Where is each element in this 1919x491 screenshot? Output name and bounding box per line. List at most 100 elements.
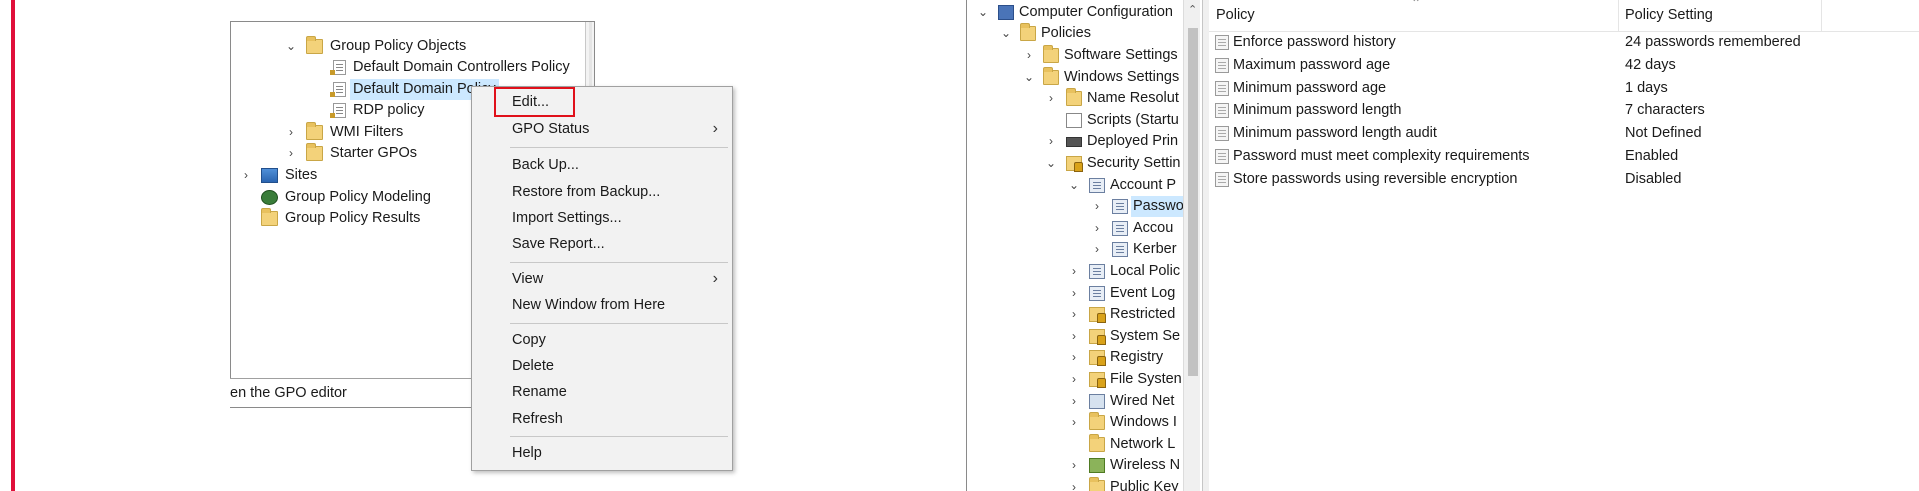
tree-item-label: Wired Net <box>1110 393 1175 409</box>
policy-row[interactable]: Minimum password length 7 characters <box>1209 99 1919 122</box>
chevron-down-icon[interactable]: ⌄ <box>976 2 990 23</box>
tree-item-group-policy-objects[interactable]: ⌄ Group Policy Objects <box>231 36 571 57</box>
gpo-icon <box>330 103 346 118</box>
menu-item-save-report[interactable]: Save Report... <box>472 232 732 256</box>
chevron-right-icon[interactable]: › <box>1067 477 1081 491</box>
tree-item-wired-network[interactable]: › Wired Net <box>967 391 1183 412</box>
chevron-right-icon[interactable]: › <box>1067 283 1081 304</box>
chevron-right-icon[interactable]: › <box>1067 391 1081 412</box>
tree-item-local-policies[interactable]: › Local Polic <box>967 261 1183 282</box>
menu-item-help[interactable]: Help <box>472 441 732 465</box>
tree-item-kerberos-policy[interactable]: › Kerber <box>967 239 1183 260</box>
menu-item-refresh[interactable]: Refresh <box>472 407 732 431</box>
menu-item-delete[interactable]: Delete <box>472 354 732 378</box>
chevron-right-icon[interactable]: › <box>1067 261 1081 282</box>
tree-item-software-settings[interactable]: › Software Settings <box>967 45 1183 66</box>
chevron-down-icon[interactable]: ⌄ <box>284 36 298 57</box>
chevron-right-icon[interactable]: › <box>1067 412 1081 433</box>
tree-item-system-services[interactable]: › System Se <box>967 326 1183 347</box>
tree-item-default-domain-controllers-policy[interactable]: Default Domain Controllers Policy <box>231 57 571 78</box>
menu-item-copy[interactable]: Copy <box>472 328 732 352</box>
menu-item-new-window-from-here[interactable]: New Window from Here <box>472 293 732 317</box>
policy-icon <box>1215 81 1229 96</box>
chevron-right-icon[interactable]: › <box>1067 455 1081 476</box>
menu-item-label: Import Settings... <box>512 210 622 226</box>
menu-item-view[interactable]: View › <box>472 267 732 291</box>
menu-separator <box>510 147 728 148</box>
policy-icon <box>1215 172 1229 187</box>
chevron-right-icon[interactable]: › <box>1067 347 1081 368</box>
tree-item-wireless-network[interactable]: › Wireless N <box>967 455 1183 476</box>
wired-network-icon <box>1089 394 1105 409</box>
policy-icon <box>1215 35 1229 50</box>
chevron-down-icon[interactable]: ⌄ <box>999 23 1013 44</box>
policy-row[interactable]: Maximum password age 42 days <box>1209 54 1919 77</box>
chevron-right-icon[interactable]: › <box>284 122 298 143</box>
security-icon <box>1066 156 1083 172</box>
chevron-right-icon[interactable]: › <box>239 165 253 186</box>
tree-item-public-key[interactable]: › Public Key <box>967 477 1183 491</box>
tree-item-restricted-groups[interactable]: › Restricted <box>967 304 1183 325</box>
policy-row[interactable]: Store passwords using reversible encrypt… <box>1209 168 1919 191</box>
menu-item-restore-from-backup[interactable]: Restore from Backup... <box>472 180 732 204</box>
menu-separator <box>510 262 728 263</box>
column-header-policy[interactable]: Policy <box>1209 0 1616 31</box>
tree-item-label: Default Domain Controllers Policy <box>353 59 570 75</box>
menu-item-label: GPO Status <box>512 121 590 137</box>
chevron-right-icon[interactable]: › <box>1022 45 1036 66</box>
policy-name: Minimum password length audit <box>1233 125 1437 141</box>
menu-item-label: Back Up... <box>512 157 579 173</box>
policy-row[interactable]: Password must meet complexity requiremen… <box>1209 145 1919 168</box>
chevron-down-icon[interactable]: ⌄ <box>1067 175 1081 196</box>
tree-item-password-policy[interactable]: › Passwo <box>967 196 1186 217</box>
tree-item-deployed-printers[interactable]: › Deployed Prin <box>967 131 1183 152</box>
chevron-down-icon[interactable]: ⌄ <box>1044 153 1058 174</box>
tree-item-label: Event Log <box>1110 285 1176 301</box>
security-icon <box>1089 372 1106 388</box>
tree-item-file-system[interactable]: › File Systen <box>967 369 1183 390</box>
menu-item-edit[interactable]: Edit... <box>472 90 732 114</box>
tree-item-computer-configuration[interactable]: ⌄ Computer Configuration <box>967 2 1183 23</box>
chevron-right-icon[interactable]: › <box>1067 304 1081 325</box>
policy-book-icon <box>1112 221 1128 236</box>
chevron-right-icon[interactable]: › <box>1090 239 1104 260</box>
submenu-arrow-icon: › <box>712 120 718 137</box>
chevron-right-icon[interactable]: › <box>1090 196 1104 217</box>
chevron-right-icon[interactable]: › <box>1067 326 1081 347</box>
menu-item-gpo-status[interactable]: GPO Status › <box>472 117 732 141</box>
policy-book-icon <box>1112 199 1128 214</box>
policy-row[interactable]: Minimum password length audit Not Define… <box>1209 122 1919 145</box>
tree-item-security-settings[interactable]: ⌄ Security Settin <box>967 153 1183 174</box>
menu-item-import-settings[interactable]: Import Settings... <box>472 206 732 230</box>
chevron-right-icon[interactable]: › <box>1067 369 1081 390</box>
scroll-up-icon[interactable]: ⌃ <box>1188 3 1197 16</box>
column-header-policy-setting[interactable]: Policy Setting <box>1618 0 1845 31</box>
menu-item-back-up[interactable]: Back Up... <box>472 153 732 177</box>
chevron-right-icon[interactable]: › <box>1044 88 1058 109</box>
chevron-right-icon[interactable]: › <box>284 143 298 164</box>
tree-item-windows-settings[interactable]: ⌄ Windows Settings <box>967 67 1183 88</box>
menu-item-rename[interactable]: Rename <box>472 380 732 404</box>
tree-scrollbar[interactable]: ⌃ <box>1183 0 1200 491</box>
column-divider[interactable] <box>1821 0 1822 31</box>
tree-item-scripts[interactable]: Scripts (Startu <box>967 110 1183 131</box>
policy-row[interactable]: Enforce password history 24 passwords re… <box>1209 31 1919 54</box>
tree-item-windows-firewall[interactable]: › Windows I <box>967 412 1183 433</box>
chevron-down-icon[interactable]: ⌄ <box>1022 67 1036 88</box>
tree-item-account-policies[interactable]: ⌄ Account P <box>967 175 1183 196</box>
tree-item-name-resolution[interactable]: › Name Resolut <box>967 88 1183 109</box>
tree-item-label: Kerber <box>1133 241 1177 257</box>
chevron-right-icon[interactable]: › <box>1044 131 1058 152</box>
gpme-tree-pane: ⌄ Computer Configuration ⌄ Policies › So… <box>967 0 1200 491</box>
tree-item-registry[interactable]: › Registry <box>967 347 1183 368</box>
tree-item-network-list[interactable]: Network L <box>967 434 1183 455</box>
tree-item-label: Scripts (Startu <box>1087 112 1179 128</box>
chevron-right-icon[interactable]: › <box>1090 218 1104 239</box>
tree-item-event-log[interactable]: › Event Log <box>967 283 1183 304</box>
scrollbar-thumb[interactable] <box>1188 28 1198 376</box>
gpo-icon <box>330 82 346 97</box>
tree-item-account-lockout-policy[interactable]: › Accou <box>967 218 1183 239</box>
policy-row[interactable]: Minimum password age 1 days <box>1209 77 1919 100</box>
tree-item-label: Computer Configuration <box>1019 4 1173 20</box>
tree-item-policies[interactable]: ⌄ Policies <box>967 23 1183 44</box>
